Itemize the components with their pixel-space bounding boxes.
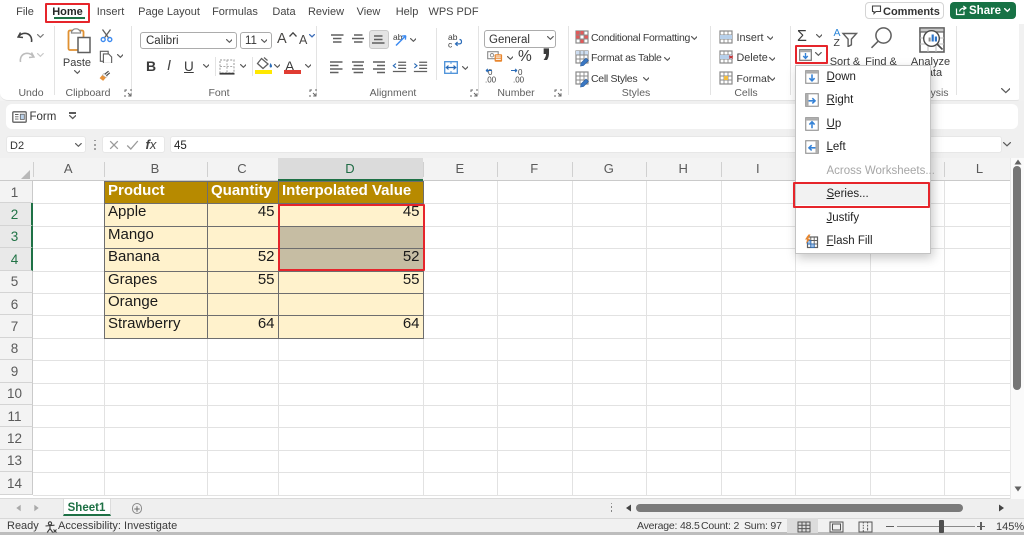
svg-text:.00: .00 (485, 76, 497, 84)
svg-text:Z: Z (834, 37, 841, 47)
svg-text:.00: .00 (513, 76, 525, 84)
